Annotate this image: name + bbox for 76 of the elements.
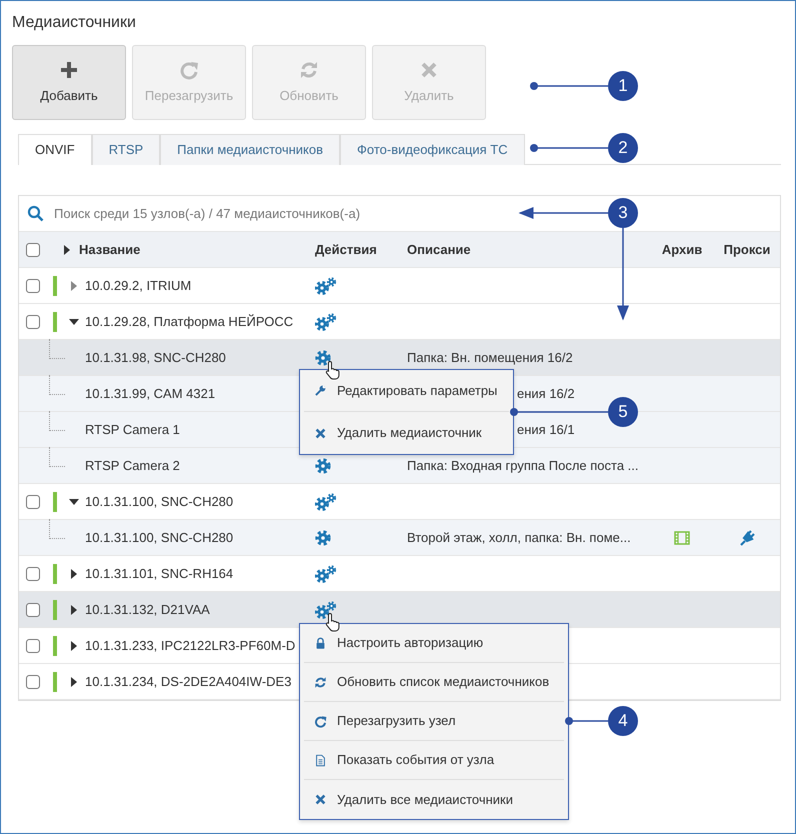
close-icon [314,793,327,806]
column-header: Архив [662,240,702,259]
tree-line [49,446,65,466]
page-title: Медиаисточники [12,13,136,33]
checkbox[interactable] [26,242,40,256]
column-header: Прокси [724,240,770,259]
caret-icon[interactable] [70,640,78,650]
node-name: 10.1.31.132, D21VAA [85,600,210,619]
caret-icon[interactable] [69,498,79,506]
menu-item[interactable]: Удалить все медиаисточники [304,780,564,819]
source-name: RTSP Camera 2 [85,456,180,475]
column-header: Название [79,240,140,259]
tab[interactable]: Папки медиаисточников [160,134,340,165]
wrench-icon [314,384,327,397]
caret-icon[interactable] [70,568,78,578]
callout-number: 3 [608,198,638,228]
source-name: 10.1.31.98, SNC-CH280 [85,348,226,367]
node-name: 10.1.31.234, DS-2DE2A404IW-DE3 [85,672,292,691]
caret-icon [63,244,71,254]
menu-item[interactable]: Показать события от узла [304,741,564,780]
menu-item[interactable]: Обновить список медиаисточников [304,663,564,702]
callout-number: 1 [608,71,638,101]
menu-item[interactable]: Удалить медиаисточник [304,412,509,454]
tree-line [49,374,65,394]
checkbox[interactable] [26,494,40,508]
callout-number: 4 [608,706,638,736]
description-text: ения 16/2 [517,386,575,401]
reload-icon [314,714,327,728]
menu-item[interactable]: Редактировать параметры [304,370,509,412]
checkbox[interactable] [26,314,40,328]
source-name: 10.1.31.99, CAM 4321 [85,384,216,403]
close-icon [419,60,439,80]
description-text: Второй этаж, холл, папка: Вн. поме... [407,530,631,545]
caret-icon[interactable] [70,676,78,686]
node-name: 10.1.31.100, SNC-CH280 [85,492,234,511]
menu-item[interactable]: Перезагрузить узел [304,702,564,741]
checkbox[interactable] [26,638,40,652]
plus-icon [59,60,79,80]
gear-icon[interactable] [315,458,331,474]
refresh-icon [299,60,319,80]
checkbox[interactable] [26,566,40,580]
column-header: Действия [315,240,377,259]
tree-line [49,518,65,538]
gears-icon[interactable] [315,600,337,618]
source-name: 10.1.31.100, SNC-CH280 [85,528,234,547]
toolbar-button[interactable]: Добавить [12,45,126,120]
description-text: ения 16/1 [517,422,575,437]
document-icon [314,754,327,766]
node-name: 10.0.29.2, ITRIUM [85,276,192,295]
tree-line [49,338,65,358]
close-icon [314,426,327,440]
gear-icon[interactable] [315,350,331,366]
description-text: Папка: Входная группа После поста ... [407,458,639,473]
leader-line [565,717,608,725]
column-header: Описание [407,242,471,257]
node-name: 10.1.31.233, IPC2122LR3-PF60M-D [85,636,296,655]
lock-icon [314,636,327,650]
callout-number: 2 [608,133,638,163]
caret-icon[interactable] [69,318,79,326]
checkbox[interactable] [26,602,40,616]
search-icon [27,205,44,222]
checkbox[interactable] [26,674,40,688]
tree-line [49,410,65,430]
menu-item[interactable]: Настроить авторизацию [304,624,564,663]
node-name: 10.1.31.101, SNC-RH164 [85,564,234,583]
tab[interactable]: ONVIF [18,134,92,165]
gear-icon[interactable] [315,530,331,546]
description-text: Папка: Вн. помещения 16/2 [407,350,573,365]
reload-icon [179,60,199,80]
node-name: 10.1.29.28, Платформа НЕЙРОСС [85,312,294,331]
refresh-icon [314,676,327,688]
tab[interactable]: RTSP [92,134,160,165]
caret-icon[interactable] [70,604,78,614]
source-name: RTSP Camera 1 [85,420,180,439]
checkbox[interactable] [26,278,40,292]
tab[interactable]: Фото-видеофиксация ТС [340,134,525,165]
